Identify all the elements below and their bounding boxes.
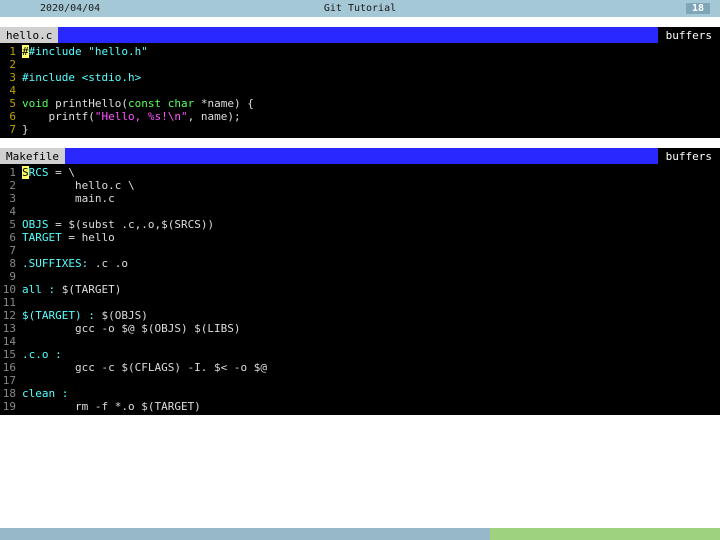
hello-line-5-kw: void [22,97,55,110]
mk-line-10-lhs: all : [22,283,55,296]
mk-line-1-rhs: = \ [49,166,76,179]
hello-line-5-arg: *name [201,97,234,110]
footer-left [0,528,490,540]
hello-line-6-arg: , name); [188,110,241,123]
mk-line-2: hello.c \ [22,179,135,192]
hello-line-3: #include <stdio.h> [22,71,141,84]
hello-line-6-fn: printf [49,110,89,123]
tabbar-spacer [65,148,658,164]
mk-line-10-rhs: $(TARGET) [55,283,121,296]
mk-line-5-rhs: = $(subst .c,.o,$(SRCS)) [49,218,215,231]
buffers-label[interactable]: buffers [658,148,720,164]
mk-line-12-rhs: $(OBJS) [95,309,148,322]
mk-line-12-lhs: $(TARGET) : [22,309,95,322]
header-title: Git Tutorial [324,3,396,14]
hello-line-1: #include "hello.h" [29,45,148,58]
hello-line-6-str: "Hello, %s!\n" [95,110,188,123]
editor-pane-hello: hello.c buffers 1##include "hello.h" 2 3… [0,27,720,138]
mk-line-16: gcc -c $(CFLAGS) -I. $< -o $@ [22,361,267,374]
mk-line-18-lhs: clean : [22,387,68,400]
gap [0,17,720,27]
hello-line-5-fn: printHello [55,97,121,110]
mk-line-6-lhs: TARGET [22,231,62,244]
tabbar-makefile: Makefile buffers [0,148,720,164]
mk-line-3: main.c [22,192,115,205]
tabbar-hello: hello.c buffers [0,27,720,43]
mk-line-8-rhs: .c .o [88,257,128,270]
mk-line-15-lhs: .c.o : [22,348,62,361]
hello-line-5-type: const char [128,97,201,110]
tab-hello-c[interactable]: hello.c [0,27,58,43]
gap [0,138,720,148]
mk-line-8-lhs: .SUFFIXES: [22,257,88,270]
footer-right [490,528,720,540]
mk-line-6-rhs: = hello [62,231,115,244]
mk-line-13: gcc -o $@ $(OBJS) $(LIBS) [22,322,241,335]
code-hello[interactable]: 1##include "hello.h" 2 3#include <stdio.… [0,43,720,138]
editor-pane-makefile: Makefile buffers 1SRCS = \ 2 hello.c \ 3… [0,148,720,415]
header-date: 2020/04/04 [40,3,100,14]
hello-line-7: } [22,123,29,136]
tab-makefile[interactable]: Makefile [0,148,65,164]
header-page-number: 18 [686,3,710,14]
code-makefile[interactable]: 1SRCS = \ 2 hello.c \ 3 main.c 4 5OBJS =… [0,164,720,415]
slide-footer [0,528,720,540]
mk-line-19: rm -f *.o $(TARGET) [22,400,201,413]
buffers-label[interactable]: buffers [658,27,720,43]
tabbar-spacer [58,27,657,43]
slide-header: 2020/04/04 Git Tutorial 18 [0,0,720,17]
mk-line-5-lhs: OBJS [22,218,49,231]
